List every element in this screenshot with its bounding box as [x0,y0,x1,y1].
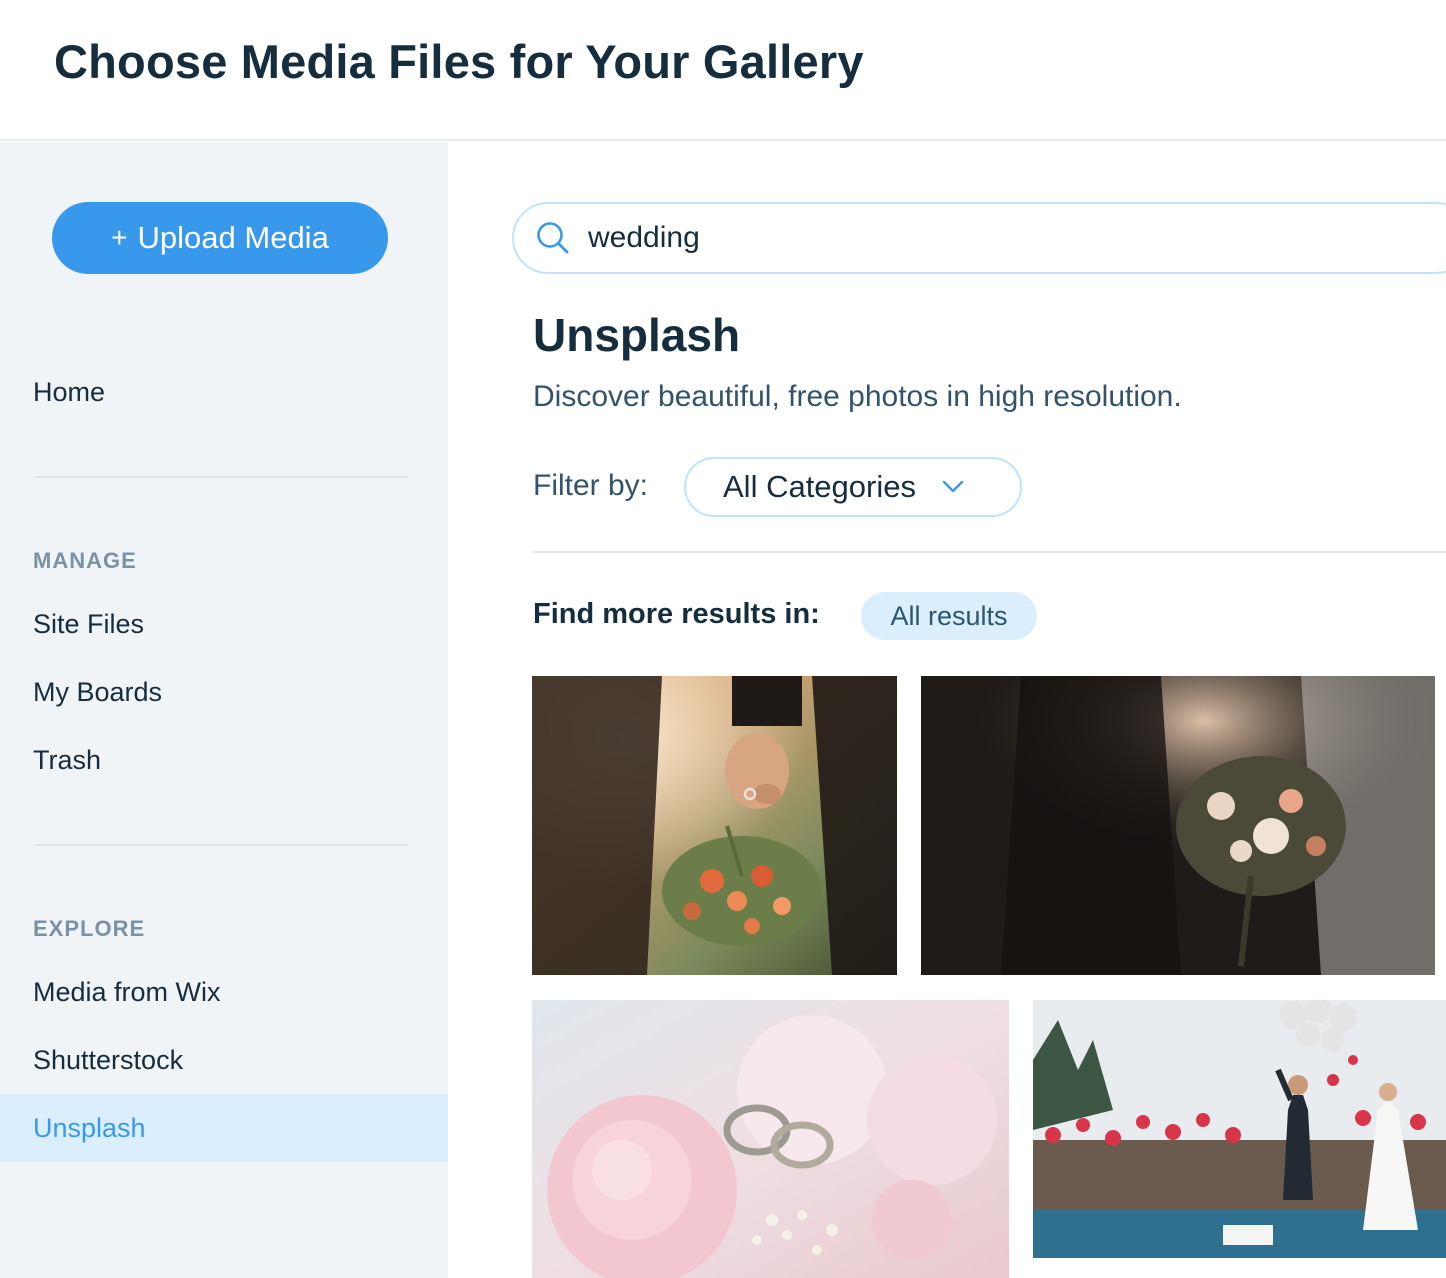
wedding-photo-hands-bouquet [532,676,897,975]
source-description: Discover beautiful, free photos in high … [533,380,1182,413]
sidebar-item-label: Site Files [33,608,145,639]
section-heading-explore: EXPLORE [33,916,146,941]
photo-thumbnail[interactable] [1033,1000,1446,1258]
wedding-photo-rings-flowers [532,1000,1009,1278]
main-content: Unsplash Discover beautiful, free photos… [448,142,1446,1278]
search-icon [537,222,569,254]
all-results-chip[interactable]: All results [861,592,1037,640]
wedding-photo-dark-bouquet [921,676,1435,975]
page-title: Choose Media Files for Your Gallery [54,35,864,88]
sidebar-item-trash[interactable]: Trash [0,726,448,794]
sidebar-item-my-boards[interactable]: My Boards [0,658,448,726]
plus-icon: + [111,222,128,253]
sidebar-item-label: Unsplash [33,1112,146,1143]
section-heading-manage: MANAGE [33,548,137,573]
sidebar-item-unsplash[interactable]: Unsplash [0,1094,448,1162]
category-dropdown[interactable]: All Categories [684,457,1022,517]
sidebar-item-media-from-wix[interactable]: Media from Wix [0,958,448,1026]
dialog-header: Choose Media Files for Your Gallery [0,0,1446,141]
sidebar-divider [33,844,408,846]
upload-media-label: Upload Media [137,220,329,255]
source-title: Unsplash [533,309,741,361]
sidebar-item-shutterstock[interactable]: Shutterstock [0,1026,448,1094]
sidebar-divider [33,476,408,478]
sidebar-item-site-files[interactable]: Site Files [0,590,448,658]
search-input[interactable] [588,221,1288,255]
photo-thumbnail[interactable] [532,676,897,975]
search-bar[interactable] [512,202,1446,274]
sidebar-item-label: Shutterstock [33,1044,184,1075]
wedding-photo-balloons [1033,1000,1446,1258]
more-results-label: Find more results in: [533,598,820,630]
photo-thumbnail[interactable] [921,676,1435,975]
sidebar-item-label: Trash [33,744,102,775]
sidebar-item-label: My Boards [33,676,163,707]
category-dropdown-value: All Categories [723,469,916,504]
sidebar: + Upload Media Home MANAGE Site Files My… [0,142,448,1278]
upload-media-button[interactable]: + Upload Media [52,202,388,274]
sidebar-item-label: Media from Wix [33,976,221,1007]
sidebar-item-home[interactable]: Home [0,358,448,426]
chevron-down-icon [942,480,964,493]
filter-label: Filter by: [533,469,649,502]
content-divider [533,551,1446,553]
sidebar-item-label: Home [33,376,106,407]
photo-thumbnail[interactable] [532,1000,1009,1278]
